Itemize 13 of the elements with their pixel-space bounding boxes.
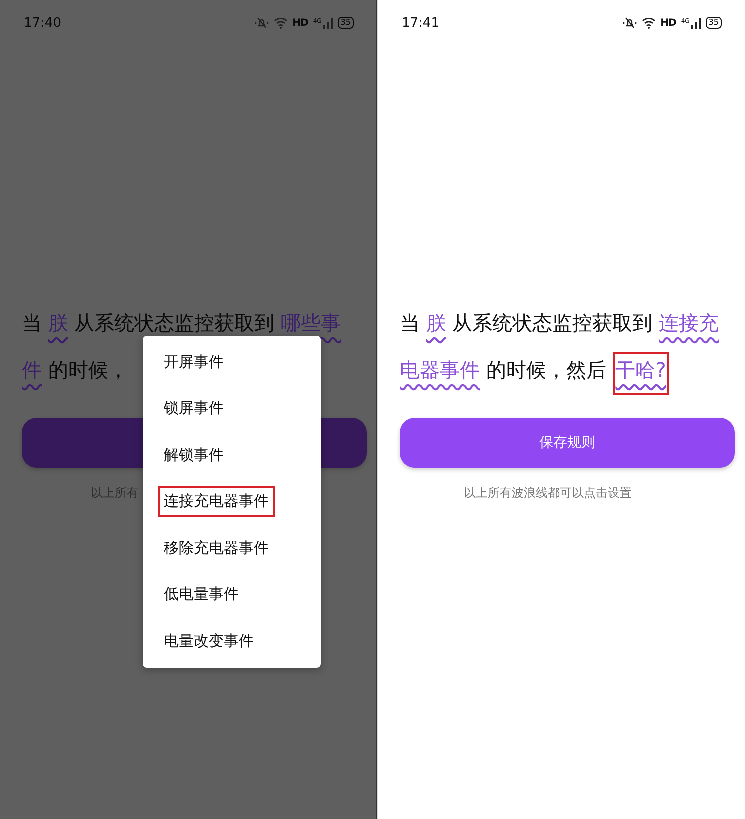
sentence-text: 从系统状态监控获取到 [74,311,275,335]
sentence-text: 的时候， [48,358,128,382]
sentence-text: 从系统状态监控获取到 [452,311,653,335]
battery-level: 35 [338,17,354,29]
clock-time: 17:40 [24,16,62,30]
sentence-text: 当 [400,311,420,335]
hint-text: 以上所有波浪线都可以点击设置 [464,486,632,500]
hd-indicator: HD [660,18,676,28]
clock-time: 17:41 [402,16,440,30]
sentence-text: 的时候，然后 [486,358,606,382]
battery-level: 35 [706,17,722,29]
hd-indicator: HD [292,18,308,28]
sentence-text: 当 [22,311,42,335]
